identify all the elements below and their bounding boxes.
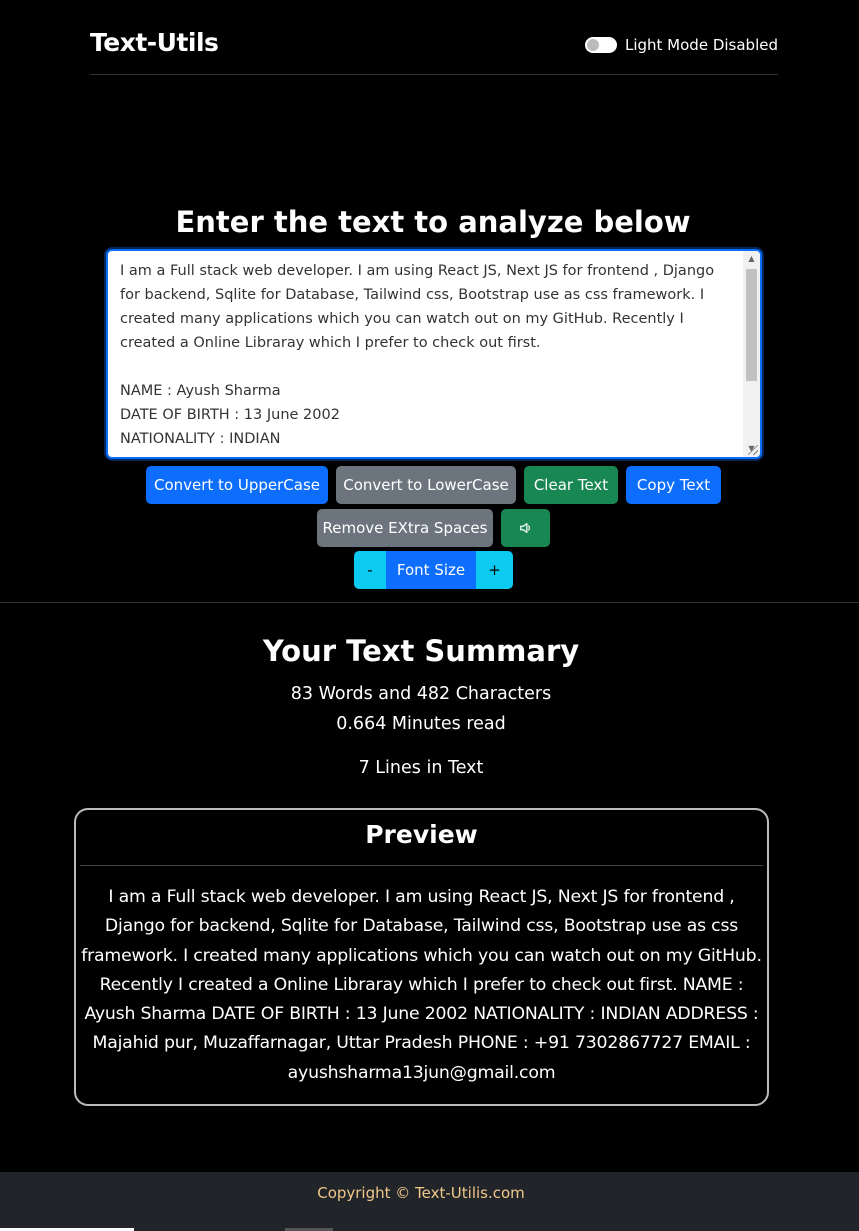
font-size-label: Font Size: [386, 551, 476, 589]
clear-text-button[interactable]: Clear Text: [524, 466, 618, 504]
section-divider: [0, 602, 859, 603]
preview-text: I am a Full stack web developer. I am us…: [81, 887, 762, 1083]
summary-title: Your Text Summary: [262, 634, 580, 668]
scroll-up-icon[interactable]: ▲: [743, 251, 760, 267]
minutes-read: 0.664 Minutes read: [336, 714, 506, 734]
brand-logo[interactable]: Text-Utils: [90, 28, 219, 57]
footer: Copyright © Text-Utilis.com: [0, 1172, 859, 1231]
line-count: 7 Lines in Text: [358, 758, 484, 778]
navbar: Text-Utils Light Mode Disabled: [90, 0, 778, 75]
word-char-count: 83 Words and 482 Characters: [290, 684, 552, 704]
light-mode-toggle[interactable]: Light Mode Disabled: [584, 36, 778, 54]
scroll-thumb[interactable]: [746, 269, 757, 381]
font-decrease-button[interactable]: -: [354, 551, 386, 589]
page-heading: Enter the text to analyze below: [175, 205, 691, 239]
copy-text-button[interactable]: Copy Text: [626, 466, 721, 504]
text-input-area[interactable]: I am a Full stack web developer. I am us…: [106, 249, 762, 459]
text-input[interactable]: I am a Full stack web developer. I am us…: [108, 251, 742, 457]
footer-copyright: Copyright © Text-Utilis.com: [317, 1184, 525, 1202]
preview-divider: [80, 865, 763, 866]
resize-grip-icon[interactable]: [748, 445, 758, 455]
speak-button[interactable]: [501, 509, 550, 547]
light-mode-label: Light Mode Disabled: [624, 36, 778, 54]
uppercase-button[interactable]: Convert to UpperCase: [146, 466, 328, 504]
font-size-group: - Font Size +: [354, 551, 513, 589]
remove-extra-spaces-button[interactable]: Remove EXtra Spaces: [317, 509, 493, 547]
lowercase-button[interactable]: Convert to LowerCase: [336, 466, 516, 504]
preview-title: Preview: [365, 820, 478, 849]
font-increase-button[interactable]: +: [476, 551, 513, 589]
speaker-icon: [519, 523, 530, 533]
textarea-scrollbar[interactable]: ▲ ▼: [743, 251, 760, 457]
toggle-switch[interactable]: [584, 37, 617, 53]
preview-card: Preview I am a Full stack web developer.…: [74, 808, 769, 1106]
